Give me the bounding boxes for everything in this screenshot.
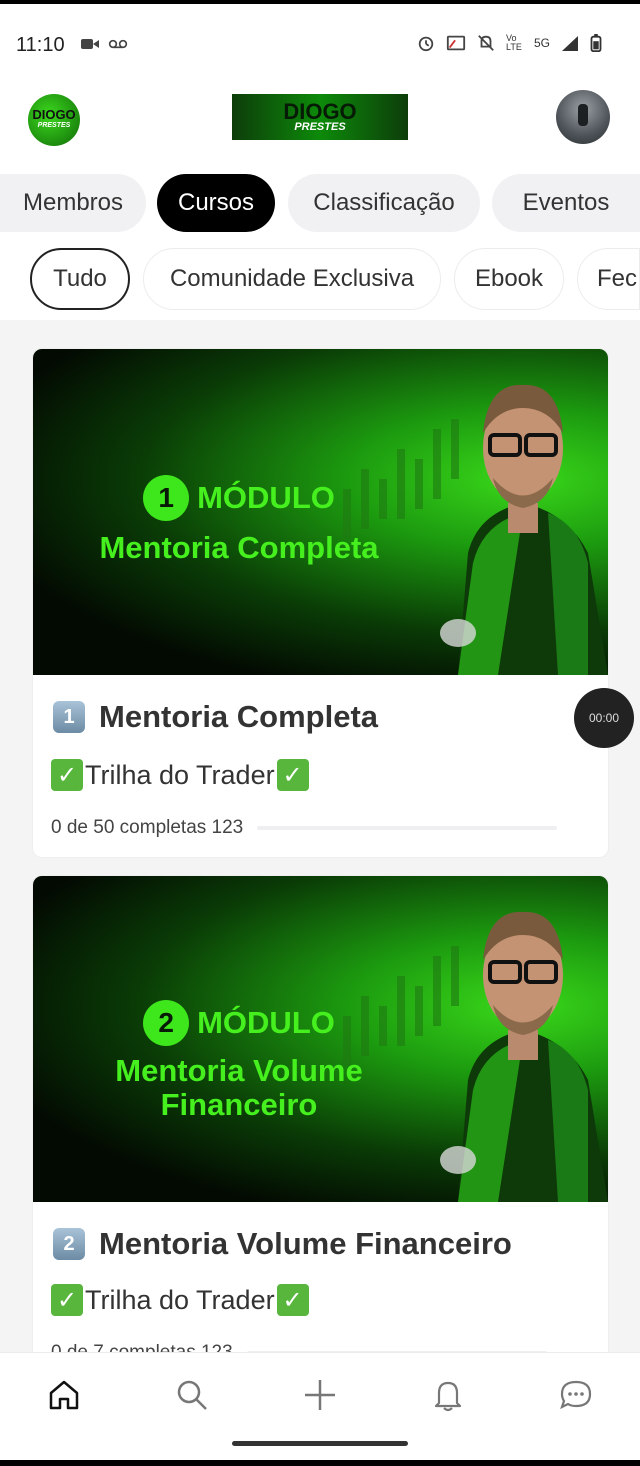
progress-bar bbox=[257, 826, 558, 830]
course-title-text: Mentoria Completa bbox=[99, 699, 379, 734]
floating-timer-bubble[interactable]: 00:00 bbox=[574, 688, 634, 748]
instructor-photo bbox=[440, 911, 608, 1202]
tab-eventos[interactable]: Eventos bbox=[492, 174, 640, 232]
logo-text-top: DIOGO bbox=[32, 107, 76, 122]
app-header: DIOGO PRESTES DIOGO PRESTES Membros Curs… bbox=[0, 84, 640, 320]
cover-text: 1 MÓDULO Mentoria Completa bbox=[61, 475, 417, 565]
alarm-icon bbox=[418, 36, 434, 52]
signal-icon bbox=[562, 36, 578, 51]
number-key-icon: 1 bbox=[53, 701, 85, 733]
chip-label: Ebook bbox=[474, 265, 544, 292]
course-subtitle: ✓ Trilha do Trader ✓ bbox=[51, 759, 309, 791]
course-cover[interactable]: 1 MÓDULO Mentoria Completa bbox=[33, 349, 608, 675]
course-card[interactable]: 1 MÓDULO Mentoria Completa 1 Mentoria Com… bbox=[32, 348, 609, 858]
brand-text-bottom: PRESTES bbox=[294, 120, 346, 133]
community-logo[interactable]: DIOGO PRESTES bbox=[28, 94, 80, 146]
chip-label: Tudo bbox=[53, 265, 107, 292]
course-subtitle-text: Trilha do Trader bbox=[85, 1284, 275, 1315]
tab-label: Eventos bbox=[522, 189, 610, 216]
number-key-icon: 2 bbox=[53, 1228, 85, 1260]
chip-label: Comunidade Exclusiva bbox=[169, 265, 415, 292]
chip-comunidade-exclusiva[interactable]: Comunidade Exclusiva bbox=[143, 248, 441, 310]
battery-icon bbox=[590, 34, 602, 52]
home-indicator[interactable] bbox=[232, 1441, 408, 1446]
section-tabs: Membros Cursos Classificação Eventos bbox=[0, 174, 640, 232]
category-filters: Tudo Comunidade Exclusiva Ebook Fec bbox=[0, 248, 640, 310]
nav-home-button[interactable] bbox=[40, 1371, 88, 1419]
chip-fec[interactable]: Fec bbox=[577, 248, 640, 310]
nav-search-button[interactable] bbox=[168, 1371, 216, 1419]
chip-tudo[interactable]: Tudo bbox=[30, 248, 130, 310]
tab-cursos[interactable]: Cursos bbox=[157, 174, 275, 232]
tab-label: Cursos bbox=[177, 189, 255, 216]
timer-text: 00:00 bbox=[588, 711, 620, 725]
home-icon bbox=[49, 1380, 79, 1410]
course-subtitle-text: Trilha do Trader bbox=[85, 759, 275, 790]
course-progress: 0 de 50 completas 123 bbox=[51, 817, 558, 839]
cover-number-badge: 1 bbox=[143, 475, 190, 521]
cover-title: Mentoria Completa bbox=[99, 530, 379, 565]
user-avatar[interactable] bbox=[556, 90, 610, 144]
course-cover[interactable]: 2 MÓDULO Mentoria Volume Financeiro bbox=[33, 876, 608, 1202]
chip-label: Fec bbox=[597, 265, 638, 292]
mute-icon bbox=[478, 35, 494, 51]
check-mark-icon: ✓ bbox=[276, 759, 309, 791]
cover-title: Mentoria Volume Financeiro bbox=[115, 1053, 363, 1122]
bottom-navigation bbox=[0, 1352, 640, 1460]
cover-modulo: MÓDULO bbox=[197, 480, 335, 515]
check-mark-icon: ✓ bbox=[51, 759, 83, 791]
app-screen: 11:10 Vo LTE 5G DIOGO PRESTES DIOGO PRES… bbox=[0, 4, 640, 1460]
brand-text-top: DIOGO bbox=[283, 98, 357, 124]
cover-text: 2 MÓDULO Mentoria Volume Financeiro bbox=[61, 1000, 417, 1122]
plus-icon bbox=[305, 1380, 335, 1410]
nav-create-button[interactable] bbox=[296, 1371, 344, 1419]
progress-text: 0 de 50 completas 123 bbox=[51, 817, 244, 838]
check-mark-icon: ✓ bbox=[51, 1284, 83, 1316]
logo-text-bottom: PRESTES bbox=[37, 122, 71, 129]
status-bar: 11:10 Vo LTE 5G bbox=[0, 4, 640, 84]
network-label: 5G bbox=[533, 36, 550, 50]
instructor-photo bbox=[440, 384, 608, 675]
nav-messages-button[interactable] bbox=[552, 1371, 600, 1419]
tab-classificacao[interactable]: Classificação bbox=[288, 174, 480, 232]
course-title[interactable]: 2 Mentoria Volume Financeiro bbox=[53, 1226, 512, 1262]
voicemail-icon bbox=[108, 39, 128, 49]
carrier-label: Vo LTE bbox=[505, 33, 522, 52]
course-card[interactable]: 2 MÓDULO Mentoria Volume Financeiro 2 Men… bbox=[32, 875, 609, 1395]
status-time: 11:10 bbox=[16, 34, 65, 56]
course-title-text: Mentoria Volume Financeiro bbox=[99, 1226, 512, 1261]
chat-icon bbox=[560, 1380, 592, 1410]
tab-label: Classificação bbox=[313, 189, 455, 216]
check-mark-icon: ✓ bbox=[276, 1284, 309, 1316]
cast-icon bbox=[446, 35, 466, 51]
tab-label: Membros bbox=[22, 189, 124, 216]
nav-notifications-button[interactable] bbox=[424, 1371, 472, 1419]
course-title[interactable]: 1 Mentoria Completa bbox=[53, 699, 378, 735]
tab-membros[interactable]: Membros bbox=[0, 174, 146, 232]
bell-icon bbox=[434, 1381, 462, 1412]
video-record-icon bbox=[81, 39, 99, 49]
search-icon bbox=[177, 1380, 207, 1410]
chip-ebook[interactable]: Ebook bbox=[454, 248, 564, 310]
cover-number-badge: 2 bbox=[143, 1000, 190, 1046]
cover-modulo: MÓDULO bbox=[197, 1005, 335, 1040]
status-right-icons: Vo LTE 5G bbox=[416, 34, 602, 52]
course-subtitle: ✓ Trilha do Trader ✓ bbox=[51, 1284, 309, 1316]
brand-banner: DIOGO PRESTES bbox=[232, 94, 408, 140]
status-left-icons bbox=[80, 35, 128, 53]
